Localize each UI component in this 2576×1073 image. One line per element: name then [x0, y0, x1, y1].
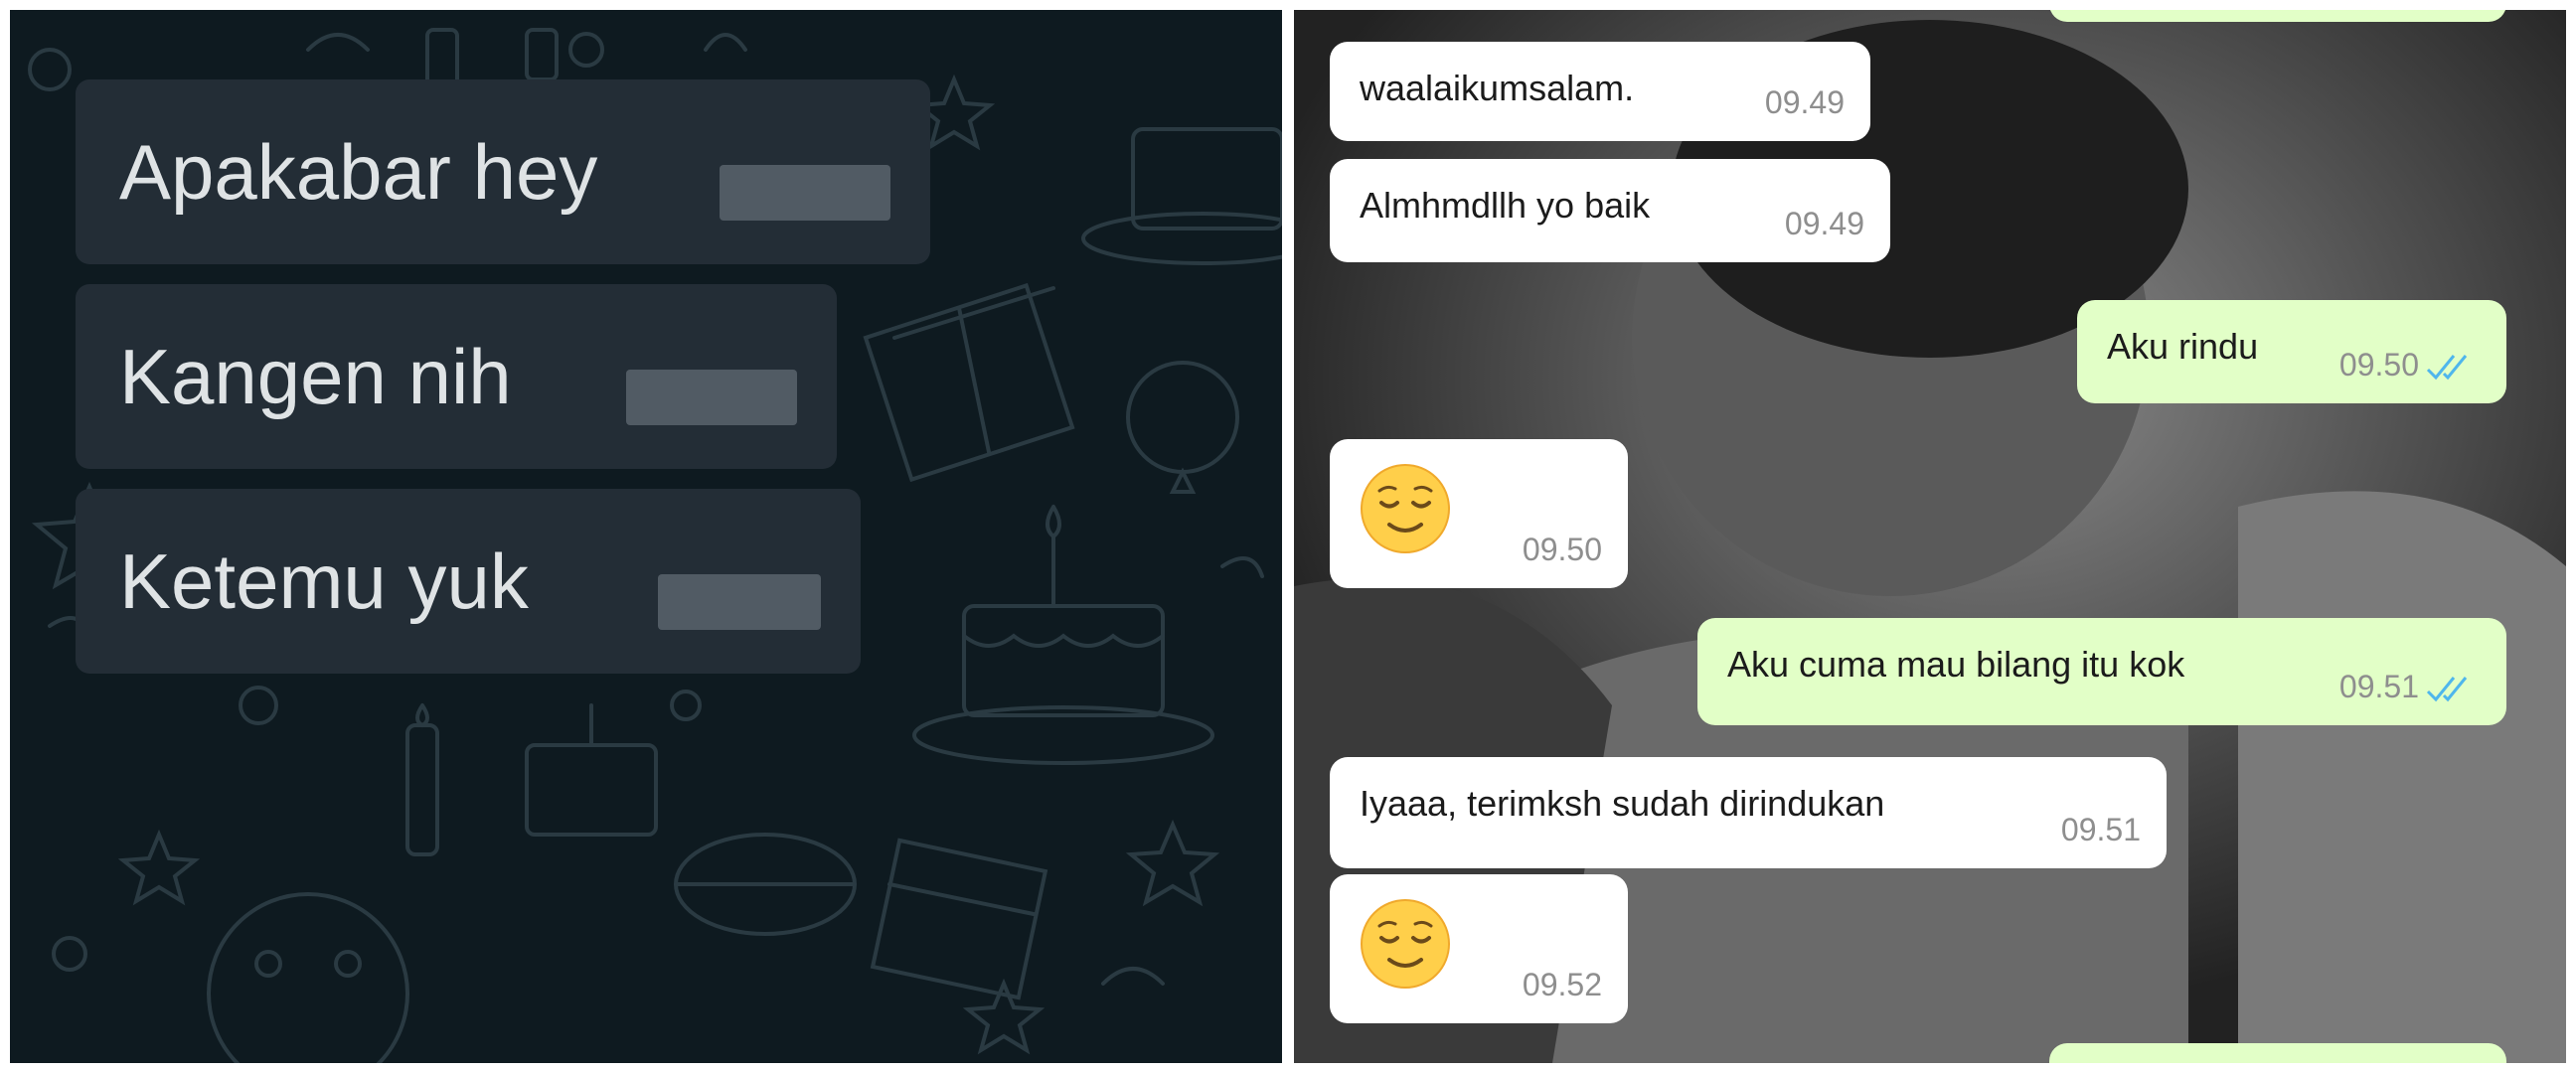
- message-text: waalaikumsalam.: [1360, 68, 1635, 108]
- outgoing-message-bubble[interactable]: Aku rindu 09.50: [2077, 300, 2506, 403]
- double-check-icon: [2426, 355, 2468, 381]
- message-bubble[interactable]: Kangen nih: [76, 284, 837, 469]
- incoming-message-bubble[interactable]: 09.52: [1330, 874, 1628, 1023]
- left-chat-screenshot: Apakabar hey Kangen nih Ketemu yuk: [10, 10, 1282, 1063]
- message-time: 09.51: [2338, 669, 2419, 704]
- message-text: Kangen nih: [119, 333, 512, 420]
- right-chat-screenshot: waalaikumsalam. 09.49 Almhmdllh yo baik …: [1294, 10, 2566, 1063]
- message-text: Ketemu yuk: [119, 537, 529, 625]
- message-text: Almhmdllh yo baik: [1360, 185, 1651, 226]
- relieved-face-emoji: [1361, 464, 1450, 553]
- message-bubble[interactable]: Apakabar hey: [76, 79, 930, 264]
- double-check-icon: [2426, 677, 2468, 702]
- incoming-message-bubble[interactable]: waalaikumsalam. 09.49: [1330, 42, 1870, 141]
- incoming-message-bubble[interactable]: Iyaaa, terimksh sudah dirindukan 09.51: [1330, 757, 2167, 868]
- message-time: 09.49: [1764, 84, 1845, 120]
- partial-message-bubble: [2049, 1043, 2506, 1063]
- blurred-timestamp: [720, 165, 890, 221]
- relieved-face-emoji: [1361, 899, 1450, 989]
- blurred-timestamp: [626, 370, 797, 425]
- outgoing-message-bubble[interactable]: Aku cuma mau bilang itu kok 09.51: [1697, 618, 2506, 725]
- message-text: Aku cuma mau bilang itu kok: [1727, 644, 2185, 685]
- message-time: 09.50: [2338, 347, 2419, 383]
- message-time: 09.50: [1522, 532, 1602, 567]
- message-text: Apakabar hey: [119, 128, 598, 216]
- message-text: Aku rindu: [2107, 326, 2259, 367]
- message-time: 09.49: [1784, 206, 1864, 241]
- blurred-timestamp: [658, 574, 821, 630]
- message-bubble[interactable]: Ketemu yuk: [76, 489, 861, 674]
- partial-message-bubble: [2049, 10, 2506, 22]
- message-time: 09.51: [2060, 812, 2141, 847]
- incoming-message-bubble[interactable]: Almhmdllh yo baik 09.49: [1330, 159, 1890, 262]
- message-text: Iyaaa, terimksh sudah dirindukan: [1360, 783, 1885, 824]
- message-time: 09.52: [1522, 967, 1602, 1002]
- incoming-message-bubble[interactable]: 09.50: [1330, 439, 1628, 588]
